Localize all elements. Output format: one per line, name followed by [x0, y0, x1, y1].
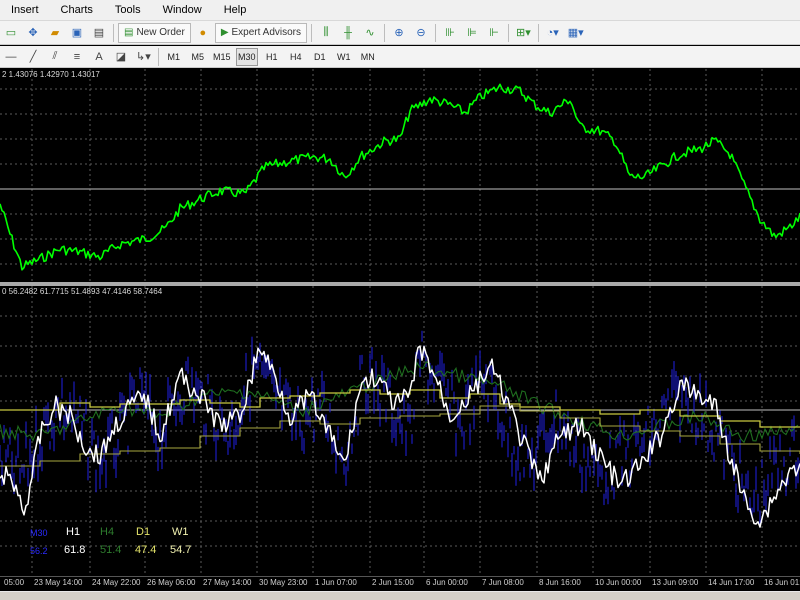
- timeframe-w1[interactable]: W1: [334, 49, 354, 65]
- legend-value-d1: 47.4: [135, 544, 157, 556]
- legend-label-h4: H4: [100, 526, 115, 538]
- indicator-legend: M30 H1 H4 D1 W1 56.2 61.8 51.4 47.4 54.7: [0, 524, 220, 564]
- menu-bar: Insert Charts Tools Window Help: [0, 0, 800, 21]
- zoom-in-icon[interactable]: ⊕: [389, 23, 409, 43]
- toolbar-separator: [113, 23, 114, 42]
- timeframe-m30[interactable]: M30: [235, 47, 258, 66]
- horizontal-line-icon[interactable]: —: [1, 47, 21, 67]
- new-order-label: New Order: [136, 27, 185, 38]
- trading-terminal-window: Insert Charts Tools Window Help ▭ ✥ ▰ ▣ …: [0, 0, 800, 600]
- legend-m30-swatch: M30: [30, 528, 48, 538]
- zoom-out-icon[interactable]: ⊖: [411, 23, 431, 43]
- legend-label-h1: H1: [66, 526, 81, 538]
- candlestick-icon[interactable]: ╫: [338, 23, 358, 43]
- arrows-icon[interactable]: ↳▾: [133, 47, 154, 67]
- folder-icon[interactable]: ▰: [45, 23, 65, 43]
- time-axis-label: 1 Jun 07:00: [315, 578, 357, 587]
- legend-value-w1: 54.7: [170, 544, 192, 556]
- menu-tools[interactable]: Tools: [104, 0, 152, 20]
- menu-insert[interactable]: Insert: [0, 0, 50, 20]
- timeframe-h4[interactable]: H4: [286, 49, 306, 65]
- time-axis-label: 23 May 14:00: [34, 578, 83, 587]
- menu-window[interactable]: Window: [152, 0, 213, 20]
- timeframe-mn[interactable]: MN: [358, 49, 378, 65]
- new-order-icon: ▤: [124, 27, 134, 38]
- toolbar-separator: [508, 23, 509, 42]
- expert-advisors-icon: ▶: [220, 27, 229, 38]
- time-axis-label: 2 Jun 15:00: [372, 578, 414, 587]
- time-axis-label: 24 May 22:00: [92, 578, 141, 587]
- indicator-header: 0 56.2482 61.7715 51.4893 47.4146 58.746…: [2, 287, 163, 296]
- bar-chart-icon[interactable]: ⫼: [316, 23, 336, 43]
- legend-label-w1: W1: [172, 526, 189, 538]
- time-axis: 05:00 23 May 14:00 24 May 22:00 26 May 06:0…: [0, 576, 800, 591]
- toolbar-separator: [537, 23, 539, 42]
- tile-windows-icon[interactable]: ⊪: [440, 23, 460, 43]
- label-icon[interactable]: ◪: [111, 47, 131, 67]
- templates-icon[interactable]: ▦▾: [565, 23, 587, 43]
- time-axis-label: 16 Jun 01:: [764, 578, 800, 587]
- indicators-icon[interactable]: ⊞▾: [513, 23, 534, 43]
- toolbar-separator: [157, 47, 159, 66]
- time-axis-label: 10 Jun 00:00: [595, 578, 642, 587]
- price-chart-panel[interactable]: 2 1.43076 1.42970 1.43017: [0, 69, 800, 282]
- legend-m30-value: 56.2: [30, 546, 48, 556]
- menu-charts[interactable]: Charts: [50, 0, 104, 20]
- new-order-button[interactable]: ▤ New Order: [118, 22, 191, 43]
- fibonacci-icon[interactable]: ≡: [67, 47, 87, 67]
- auto-scroll-icon[interactable]: ⊫: [462, 23, 482, 43]
- tools-toolbar: — ╱ ⫽ ≡ A ◪ ↳▾ M1 M5 M15 M30 H1 H4 D1 W1…: [0, 46, 800, 68]
- time-axis-label: 13 Jun 09:00: [652, 578, 699, 587]
- price-chart-header: 2 1.43076 1.42970 1.43017: [2, 70, 100, 79]
- timeframe-m1[interactable]: M1: [164, 49, 184, 65]
- new-chart-icon[interactable]: ▭: [1, 23, 21, 43]
- toolbar-separator: [435, 23, 436, 42]
- time-axis-label: 30 May 23:00: [259, 578, 308, 587]
- price-chart[interactable]: [0, 69, 800, 282]
- time-axis-label: 26 May 06:00: [147, 578, 196, 587]
- time-axis-label: 27 May 14:00: [203, 578, 252, 587]
- timeframe-m15[interactable]: M15: [212, 49, 232, 65]
- line-chart-icon[interactable]: ∿: [360, 23, 380, 43]
- legend-value-h4: 51.4: [100, 544, 122, 556]
- status-bar: [0, 591, 800, 600]
- time-axis-label: 6 Jun 00:00: [426, 578, 468, 587]
- time-axis-label: 7 Jun 08:00: [482, 578, 524, 587]
- text-icon[interactable]: A: [89, 47, 109, 67]
- navigator-icon[interactable]: ▣: [67, 23, 87, 43]
- terminal-icon[interactable]: ▤: [89, 23, 109, 43]
- coin-icon[interactable]: ●: [193, 23, 213, 43]
- time-axis-label: 8 Jun 16:00: [539, 578, 581, 587]
- trendline-icon[interactable]: ╱: [23, 47, 43, 67]
- menu-help[interactable]: Help: [213, 0, 258, 20]
- timeframe-m5[interactable]: M5: [188, 49, 208, 65]
- periods-icon[interactable]: ◔▾: [543, 23, 563, 43]
- chart-shift-icon[interactable]: ⊩: [484, 23, 504, 43]
- crosshair-icon[interactable]: ✥: [23, 23, 43, 43]
- expert-advisors-label: Expert Advisors: [231, 27, 301, 38]
- indicator-panel[interactable]: 0 56.2482 61.7715 51.4893 47.4146 58.746…: [0, 286, 800, 576]
- standard-toolbar: ▭ ✥ ▰ ▣ ▤ ▤ New Order ● ▶ Expert Advisor…: [0, 21, 800, 45]
- time-axis-label: 14 Jun 17:00: [708, 578, 755, 587]
- channel-icon[interactable]: ⫽: [45, 47, 65, 67]
- legend-label-d1: D1: [136, 526, 151, 538]
- price-line: [0, 83, 800, 271]
- timeframe-d1[interactable]: D1: [310, 49, 330, 65]
- toolbar-separator: [384, 23, 385, 42]
- time-axis-label: 05:00: [4, 578, 25, 587]
- expert-advisors-button[interactable]: ▶ Expert Advisors: [214, 22, 307, 43]
- toolbar-separator: [311, 23, 312, 42]
- legend-value-h1: 61.8: [64, 544, 86, 556]
- timeframe-h1[interactable]: H1: [262, 49, 282, 65]
